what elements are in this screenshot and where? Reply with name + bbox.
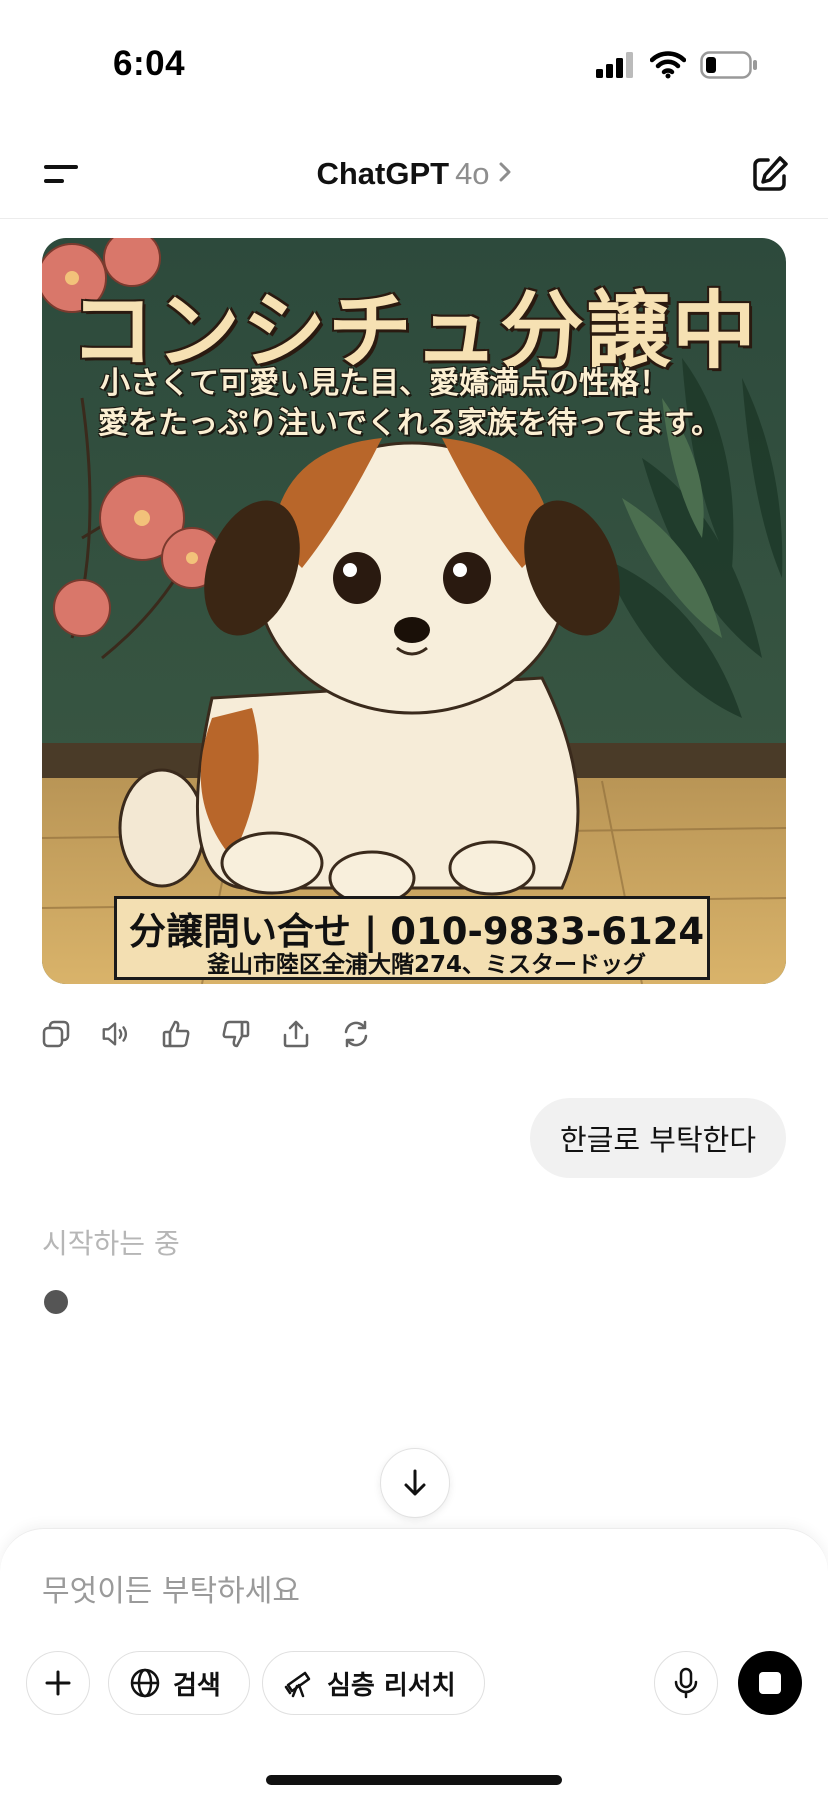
bad-response-button[interactable]: [220, 1014, 252, 1054]
wifi-icon: [649, 50, 687, 84]
regenerate-button[interactable]: [340, 1014, 372, 1054]
composer: 검색 심층 리서치: [0, 1528, 828, 1800]
assistant-status: 시작하는 중: [42, 1227, 180, 1260]
status-icons: [596, 50, 758, 84]
cellular-signal-icon: [596, 51, 636, 83]
chevron-right-icon: [498, 151, 512, 195]
generated-image[interactable]: コンシチュ分譲中 小さくて可愛い見た目、愛嬌満点の性格！ 愛をたっぷり注いでくれ…: [42, 238, 786, 984]
compose-icon: [753, 156, 788, 191]
microphone-icon: [674, 1667, 698, 1699]
globe-icon: [130, 1668, 160, 1698]
share-button[interactable]: [280, 1014, 312, 1054]
battery-icon: [700, 50, 758, 84]
deep-research-button[interactable]: 심층 리서치: [262, 1651, 485, 1715]
stop-icon: [759, 1672, 781, 1694]
search-button[interactable]: 검색: [108, 1651, 250, 1715]
share-icon: [283, 1020, 309, 1048]
app-name: ChatGPT: [316, 156, 450, 191]
attach-button[interactable]: [26, 1651, 90, 1715]
new-chat-button[interactable]: [746, 150, 794, 198]
poster-contact-box: 分譲問い合せ | 010-9833-6124 釜山市陸区全浦大階274、ミスター…: [114, 896, 710, 980]
stop-generating-button[interactable]: [738, 1651, 802, 1715]
poster-subtitle-line2: 愛をたっぷり注いでくれる家族を待ってます。: [98, 406, 722, 441]
speaker-icon: [102, 1022, 128, 1046]
regenerate-icon: [344, 1020, 368, 1048]
good-response-button[interactable]: [160, 1014, 192, 1054]
user-message: 한글로 부탁한다: [530, 1098, 786, 1178]
model-selector[interactable]: ChatGPT 4o: [0, 152, 828, 196]
status-time: 6:04: [113, 44, 186, 83]
scroll-to-bottom-button[interactable]: [380, 1448, 450, 1518]
nav-header: ChatGPT 4o: [0, 130, 828, 219]
poster-contact-address: 釜山市陸区全浦大階274、ミスタードッグ: [207, 952, 647, 978]
model-name: 4o: [455, 156, 490, 191]
status-bar: 6:04: [0, 0, 828, 130]
copy-icon: [42, 1020, 70, 1048]
read-aloud-button[interactable]: [100, 1014, 132, 1054]
plus-icon: [45, 1670, 71, 1696]
telescope-icon: [284, 1671, 311, 1698]
typing-indicator: [44, 1290, 68, 1314]
chat-screen: 6:04 ChatGPT 4o コンシチュ分譲中 小さくて可愛い見た目、愛嬌満点…: [0, 0, 828, 1800]
home-indicator: [266, 1775, 562, 1785]
arrow-down-icon: [404, 1469, 426, 1496]
thumbs-up-icon: [162, 1020, 190, 1048]
message-input[interactable]: [42, 1569, 742, 1613]
deep-research-button-label: 심층 리서치: [327, 1670, 456, 1701]
copy-button[interactable]: [40, 1014, 72, 1054]
message-actions: [40, 1012, 372, 1056]
thumbs-down-icon: [222, 1020, 250, 1048]
voice-input-button[interactable]: [654, 1651, 718, 1715]
composer-tools: 검색 심층 리서치: [26, 1651, 802, 1717]
search-button-label: 검색: [173, 1670, 221, 1701]
poster-subtitle-line1: 小さくて可愛い見た目、愛嬌満点の性格！: [100, 366, 670, 401]
